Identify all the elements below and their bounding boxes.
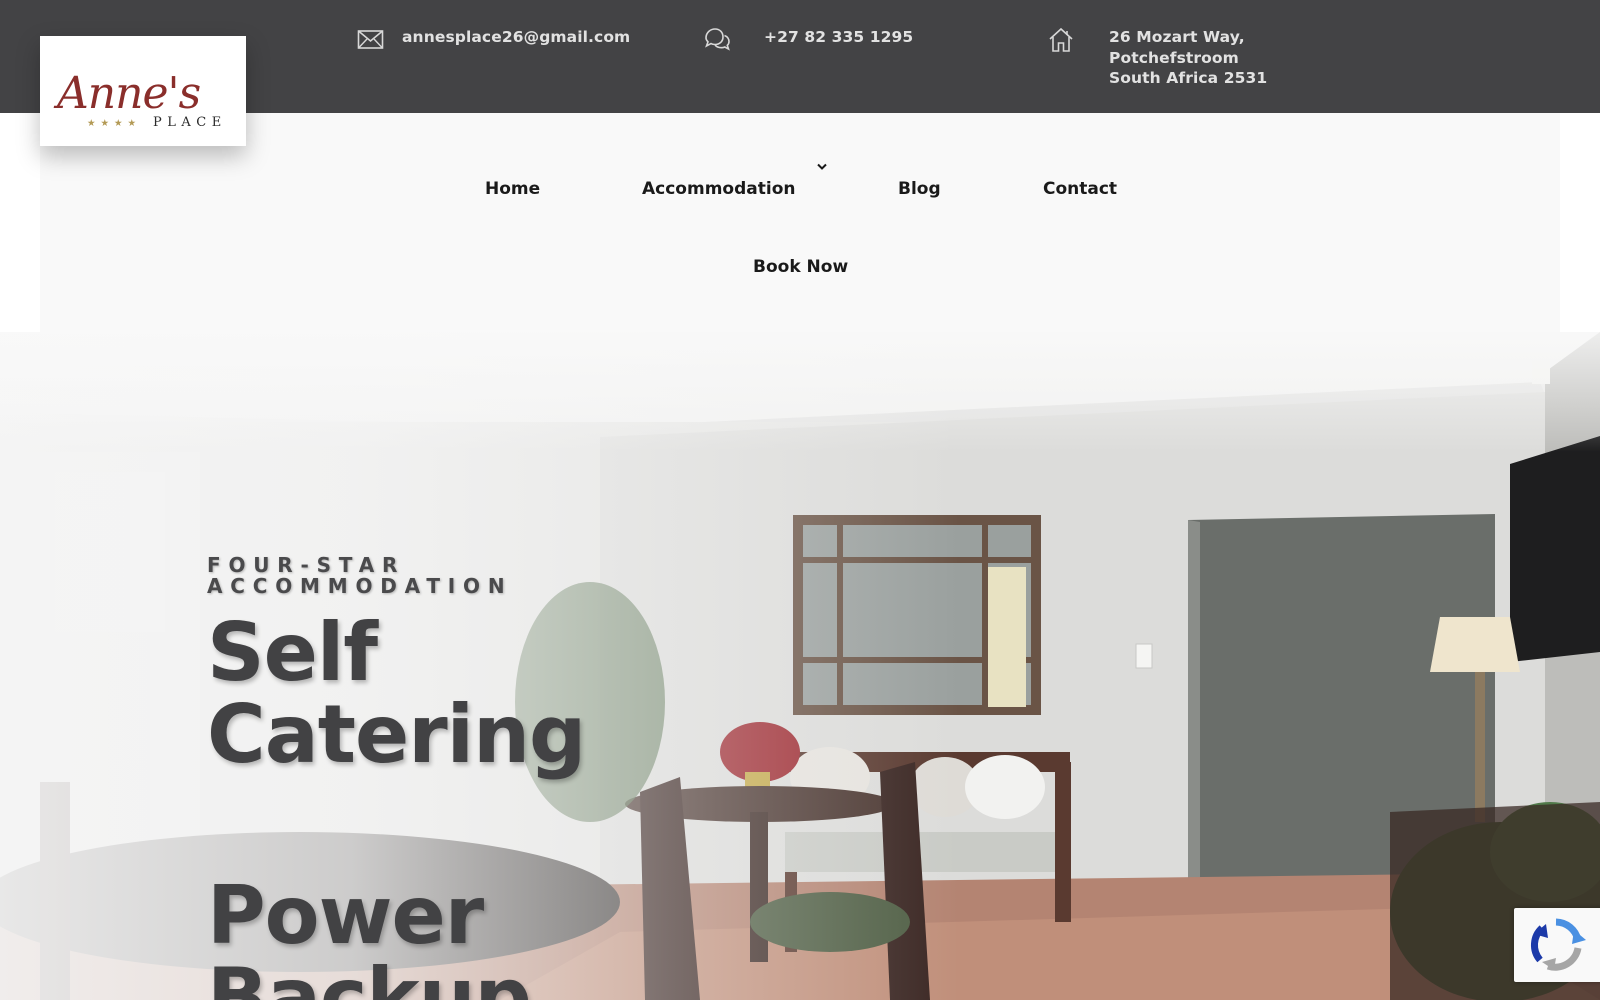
eyebrow-line: ACCOMMODATION [207,574,513,598]
site-logo[interactable]: Anne's ★★★★ PLACE [40,36,246,146]
address-text: 26 Mozart Way, Potchefstroom South Afric… [1109,27,1267,89]
hero-headline-line: Backup [207,951,532,1000]
address-line: 26 Mozart Way, [1109,28,1245,46]
chat-bubbles-icon [703,27,731,53]
recaptcha-icon [1530,918,1586,971]
phone-link[interactable]: +27 82 335 1295 [764,27,913,48]
envelope-icon [357,27,385,53]
contact-phone[interactable]: +27 82 335 1295 [703,27,913,53]
nav-book-now[interactable]: Book Now [753,257,848,277]
nav-blog[interactable]: Blog [898,179,941,199]
nav-accommodation[interactable]: Accommodation [642,179,795,199]
recaptcha-badge[interactable] [1514,908,1600,982]
address-line: South Africa 2531 [1109,69,1268,87]
email-link[interactable]: annesplace26@gmail.com [402,27,630,48]
home-icon [1048,27,1076,53]
contact-email[interactable]: annesplace26@gmail.com [357,27,630,53]
hero-top-overlay [0,332,1600,452]
address-line: Potchefstroom [1109,48,1239,67]
contact-address: 26 Mozart Way, Potchefstroom South Afric… [1048,27,1267,89]
logo-place-text: PLACE [153,115,227,130]
logo-stars: ★★★★ [87,118,141,129]
main-navigation: Home Accommodation Blog Contact Book Now [40,113,1560,332]
eyebrow-line: FOUR-STAR [207,553,406,577]
nav-contact[interactable]: Contact [1043,179,1117,199]
hero-section: FOUR-STAR ACCOMMODATION Self Catering Po… [0,332,1600,1000]
logo-script-text: Anne's [53,68,201,119]
hero-headline-line: Catering [207,688,586,781]
hero-headline-line: Power [207,869,484,962]
nav-home[interactable]: Home [485,179,540,199]
hero-eyebrow: FOUR-STAR ACCOMMODATION [207,555,627,597]
hero-headline-line: Self [207,606,378,699]
chevron-down-icon[interactable] [815,157,829,170]
